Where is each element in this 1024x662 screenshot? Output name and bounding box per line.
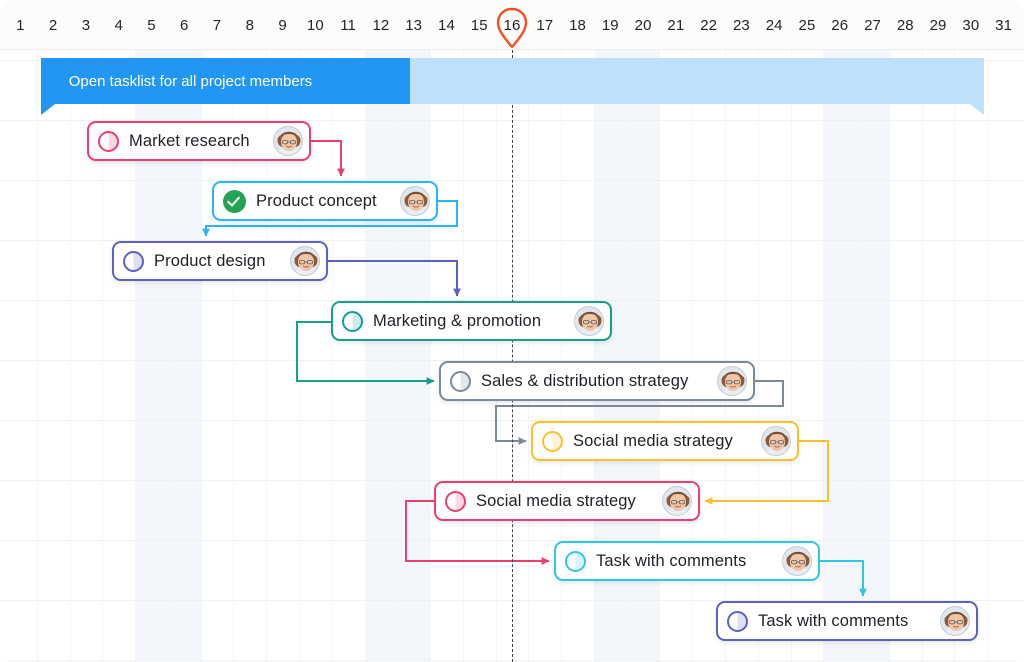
day-header-8[interactable]: 8	[233, 0, 266, 50]
task-bar[interactable]: Product concept	[212, 181, 438, 221]
grid-column-line	[463, 50, 464, 662]
task-bar[interactable]: Market research	[87, 121, 311, 161]
today-vertical-line	[512, 50, 513, 662]
progress-circle-icon	[123, 251, 144, 272]
task-title: Product concept	[256, 192, 391, 211]
task-bar[interactable]: Social media strategy	[531, 421, 799, 461]
avatar[interactable]	[940, 606, 970, 636]
task-title: Task with comments	[596, 552, 773, 571]
day-header-12[interactable]: 12	[365, 0, 398, 50]
summary-notch-left	[41, 104, 55, 115]
day-header-11[interactable]: 11	[332, 0, 365, 50]
avatar[interactable]	[400, 186, 430, 216]
task-title: Sales & distribution strategy	[481, 372, 708, 391]
avatar[interactable]	[574, 306, 604, 336]
check-circle-icon	[223, 190, 246, 213]
day-header-26[interactable]: 26	[823, 0, 856, 50]
avatar[interactable]	[717, 366, 747, 396]
day-header-17[interactable]: 17	[528, 0, 561, 50]
avatar[interactable]	[782, 546, 812, 576]
progress-circle-icon	[727, 611, 748, 632]
grid-column-line	[365, 50, 366, 662]
day-header-14[interactable]: 14	[430, 0, 463, 50]
task-title: Social media strategy	[476, 492, 653, 511]
task-title: Market research	[129, 132, 264, 151]
avatar[interactable]	[273, 126, 303, 156]
progress-circle-icon	[342, 311, 363, 332]
day-header-19[interactable]: 19	[594, 0, 627, 50]
summary-bar-label: Open tasklist for all project members	[41, 73, 312, 90]
grid-column-line	[430, 50, 431, 662]
progress-circle-icon	[98, 131, 119, 152]
grid-column-line	[37, 50, 38, 662]
progress-circle-icon	[542, 431, 563, 452]
day-header-18[interactable]: 18	[561, 0, 594, 50]
task-bar[interactable]: Task with comments	[554, 541, 820, 581]
day-header-21[interactable]: 21	[659, 0, 692, 50]
date-header[interactable]: 1234567891011121314151617181920212223242…	[0, 0, 1024, 50]
task-bar[interactable]: Task with comments	[716, 601, 978, 641]
avatar[interactable]	[761, 426, 791, 456]
task-title: Task with comments	[758, 612, 931, 631]
grid-column-line	[397, 50, 398, 662]
day-header-10[interactable]: 10	[299, 0, 332, 50]
day-header-28[interactable]: 28	[889, 0, 922, 50]
day-header-20[interactable]: 20	[627, 0, 660, 50]
day-header-5[interactable]: 5	[135, 0, 168, 50]
gantt-chart-app: 1234567891011121314151617181920212223242…	[0, 0, 1024, 662]
grid-column-line	[856, 50, 857, 662]
summary-notch-right	[970, 104, 984, 115]
grid-column-line	[332, 50, 333, 662]
grid-column-line	[922, 50, 923, 662]
grid-column-line	[528, 50, 529, 662]
task-title: Product design	[154, 252, 281, 271]
grid-column-line	[496, 50, 497, 662]
day-header-31[interactable]: 31	[987, 0, 1020, 50]
grid-column-line	[987, 50, 988, 662]
grid-column-line	[823, 50, 824, 662]
avatar[interactable]	[662, 486, 692, 516]
project-summary-bar[interactable]: Open tasklist for all project members	[41, 58, 984, 104]
day-header-27[interactable]: 27	[856, 0, 889, 50]
task-bar[interactable]: Social media strategy	[434, 481, 700, 521]
day-header-2[interactable]: 2	[37, 0, 70, 50]
task-title: Marketing & promotion	[373, 312, 565, 331]
day-header-13[interactable]: 13	[397, 0, 430, 50]
day-header-4[interactable]: 4	[102, 0, 135, 50]
day-header-9[interactable]: 9	[266, 0, 299, 50]
task-bar[interactable]: Product design	[112, 241, 328, 281]
day-header-16[interactable]: 16	[496, 0, 529, 50]
day-header-25[interactable]: 25	[791, 0, 824, 50]
day-header-30[interactable]: 30	[954, 0, 987, 50]
day-header-1[interactable]: 1	[4, 0, 37, 50]
grid-column-line	[954, 50, 955, 662]
task-bar[interactable]: Marketing & promotion	[331, 301, 612, 341]
day-header-6[interactable]: 6	[168, 0, 201, 50]
grid-column-line	[889, 50, 890, 662]
task-bar[interactable]: Sales & distribution strategy	[439, 361, 755, 401]
progress-circle-icon	[450, 371, 471, 392]
task-title: Social media strategy	[573, 432, 752, 451]
grid-column-line	[70, 50, 71, 662]
day-header-24[interactable]: 24	[758, 0, 791, 50]
day-header-22[interactable]: 22	[692, 0, 725, 50]
day-header-29[interactable]: 29	[922, 0, 955, 50]
day-header-7[interactable]: 7	[201, 0, 234, 50]
summary-remainder-fill	[410, 58, 984, 104]
day-header-3[interactable]: 3	[70, 0, 103, 50]
avatar[interactable]	[290, 246, 320, 276]
day-header-23[interactable]: 23	[725, 0, 758, 50]
day-header-15[interactable]: 15	[463, 0, 496, 50]
progress-circle-icon	[565, 551, 586, 572]
progress-circle-icon	[445, 491, 466, 512]
